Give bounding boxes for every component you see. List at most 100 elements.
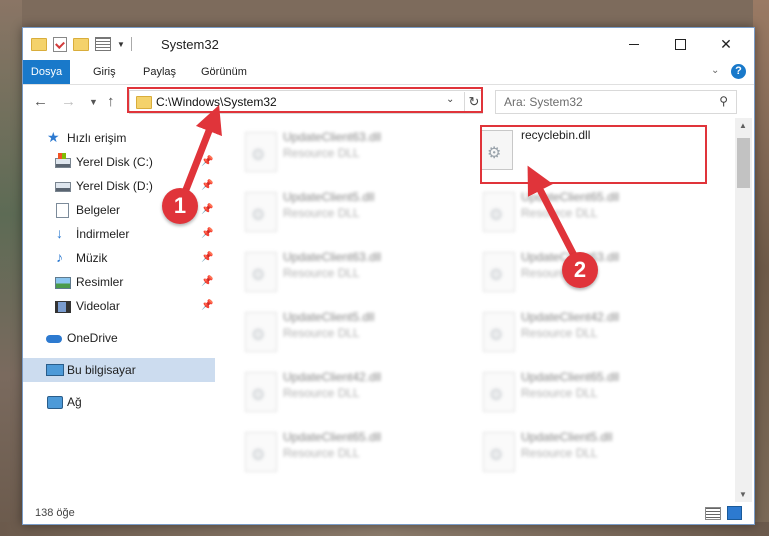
dll-file-icon <box>245 312 277 352</box>
dll-file-icon <box>245 132 277 172</box>
maximize-button[interactable] <box>657 28 703 60</box>
file-item[interactable]: UpdateClient5.dll Resource DLL <box>235 184 465 242</box>
up-arrow-icon[interactable]: ↑ <box>107 93 115 110</box>
file-type: Resource DLL <box>283 326 360 340</box>
file-item[interactable]: UpdateClient65.dll Resource DLL <box>473 184 703 242</box>
scrollbar-thumb[interactable] <box>737 138 750 188</box>
window-title: System32 <box>161 37 219 52</box>
vertical-scrollbar[interactable]: ▲ ▼ <box>735 118 752 502</box>
file-name: recyclebin.dll <box>521 128 591 142</box>
pin-icon[interactable]: 📌 <box>201 198 213 222</box>
film-strip-icon <box>55 301 71 313</box>
folder-icon <box>31 37 47 51</box>
desktop-background-left <box>0 0 22 536</box>
sidebar-item-videos[interactable]: Videolar 📌 <box>23 294 215 318</box>
scroll-up-arrow-icon[interactable]: ▲ <box>739 121 747 130</box>
sidebar-item-local-disk-c[interactable]: Yerel Disk (C:) 📌 <box>23 150 215 174</box>
tab-share[interactable]: Paylaş <box>133 60 186 84</box>
file-item[interactable]: UpdateClient65.dll Resource DLL <box>235 424 465 482</box>
title-bar: ▼ System32 ✕ <box>23 28 754 60</box>
pin-icon[interactable]: 📌 <box>201 222 213 246</box>
recent-locations-chevron-icon[interactable]: ▼ <box>89 97 98 107</box>
pin-icon[interactable]: 📌 <box>201 294 213 318</box>
sidebar-item-label: Ağ <box>67 395 82 409</box>
explorer-window: ▼ System32 ✕ Dosya Giriş Paylaş Görünüm … <box>22 27 755 525</box>
address-row: ← → ▼ ↑ C:\Windows\System32 ⌄ ↻ Ara: Sys… <box>23 86 754 116</box>
file-type: Resource DLL <box>521 326 598 340</box>
large-icons-view-icon[interactable] <box>727 506 742 520</box>
view-icon[interactable] <box>95 37 111 51</box>
dll-file-icon <box>245 252 277 292</box>
close-button[interactable]: ✕ <box>703 28 749 60</box>
file-type: Resource DLL <box>521 206 598 220</box>
file-type: Resource DLL <box>521 386 598 400</box>
tab-home[interactable]: Giriş <box>83 60 126 84</box>
file-item[interactable]: UpdateClient42.dll Resource DLL <box>235 364 465 422</box>
pin-icon[interactable]: 📌 <box>201 174 213 198</box>
dll-file-icon <box>483 252 515 292</box>
back-arrow-icon[interactable]: ← <box>33 93 48 110</box>
file-name: UpdateClient65.dll <box>521 190 620 204</box>
forward-arrow-icon[interactable]: → <box>61 93 76 110</box>
documents-icon <box>56 203 69 218</box>
sidebar-item-quick-access[interactable]: ★ Hızlı erişim <box>23 126 215 150</box>
scroll-down-arrow-icon[interactable]: ▼ <box>739 490 747 499</box>
expand-ribbon-chevron-icon[interactable]: ⌄ <box>711 65 719 76</box>
minimize-icon <box>629 43 639 45</box>
sidebar-item-label: Yerel Disk (C:) <box>76 155 153 169</box>
properties-icon[interactable] <box>53 36 67 52</box>
details-view-icon[interactable] <box>705 507 721 520</box>
file-type: Resource DLL <box>521 446 598 460</box>
sidebar-item-music[interactable]: ♪ Müzik 📌 <box>23 246 215 270</box>
file-item[interactable]: UpdateClient65.dll Resource DLL <box>473 364 703 422</box>
file-item-recyclebin[interactable]: recyclebin.dll <box>473 124 703 182</box>
computer-icon <box>46 364 64 376</box>
pin-icon[interactable]: 📌 <box>201 246 213 270</box>
sidebar-item-pictures[interactable]: Resimler 📌 <box>23 270 215 294</box>
item-count: 138 öğe <box>35 507 75 519</box>
search-icon[interactable]: ⚲ <box>719 94 728 108</box>
tab-file[interactable]: Dosya <box>23 60 70 84</box>
pin-icon[interactable]: 📌 <box>201 150 213 174</box>
customize-toolbar-chevron-icon[interactable]: ▼ <box>117 40 125 49</box>
help-icon[interactable]: ? <box>731 64 746 79</box>
search-placeholder: Ara: System32 <box>504 95 583 109</box>
sidebar-item-downloads[interactable]: ↓ İndirmeler 📌 <box>23 222 215 246</box>
drive-icon <box>55 153 71 168</box>
search-input[interactable]: Ara: System32 ⚲ <box>495 90 737 114</box>
file-type: Resource DLL <box>283 446 360 460</box>
file-item[interactable]: UpdateClient63.dll Resource DLL <box>235 124 465 182</box>
music-note-icon: ♪ <box>56 249 63 265</box>
download-arrow-icon: ↓ <box>56 225 63 241</box>
status-bar: 138 öğe <box>23 502 754 524</box>
tab-view[interactable]: Görünüm <box>191 60 257 84</box>
cloud-icon <box>46 335 62 343</box>
file-name: UpdateClient65.dll <box>521 370 620 384</box>
new-folder-icon[interactable] <box>73 37 89 51</box>
file-item[interactable]: UpdateClient63.dll Resource DLL <box>235 244 465 302</box>
file-item[interactable]: UpdateClient5.dll Resource DLL <box>235 304 465 362</box>
sidebar-item-label: Müzik <box>76 251 108 265</box>
pin-icon[interactable]: 📌 <box>201 270 213 294</box>
drive-icon <box>55 182 71 192</box>
star-icon: ★ <box>47 129 60 145</box>
file-item[interactable]: UpdateClient5.dll Resource DLL <box>473 424 703 482</box>
highlight-box-address <box>127 87 483 113</box>
sidebar-item-onedrive[interactable]: OneDrive <box>23 326 215 350</box>
dll-file-icon <box>245 192 277 232</box>
sidebar-item-network[interactable]: Ağ <box>23 390 215 414</box>
file-type: Resource DLL <box>283 206 360 220</box>
file-item[interactable]: UpdateClient42.dll Resource DLL <box>473 304 703 362</box>
maximize-icon <box>674 38 686 50</box>
minimize-button[interactable] <box>611 28 657 60</box>
file-name: UpdateClient5.dll <box>283 190 375 204</box>
sidebar-item-this-pc[interactable]: Bu bilgisayar <box>23 358 215 382</box>
sidebar-item-label: Videolar <box>76 299 120 313</box>
sidebar-item-label: Bu bilgisayar <box>67 363 136 377</box>
file-name: UpdateClient5.dll <box>521 430 613 444</box>
toolbar-divider <box>130 37 132 51</box>
navigation-pane: ★ Hızlı erişim Yerel Disk (C:) 📌 Yerel D… <box>23 124 215 502</box>
file-name: UpdateClient5.dll <box>283 310 375 324</box>
quick-access-toolbar: ▼ <box>31 36 132 52</box>
sidebar-item-label: Resimler <box>76 275 124 289</box>
